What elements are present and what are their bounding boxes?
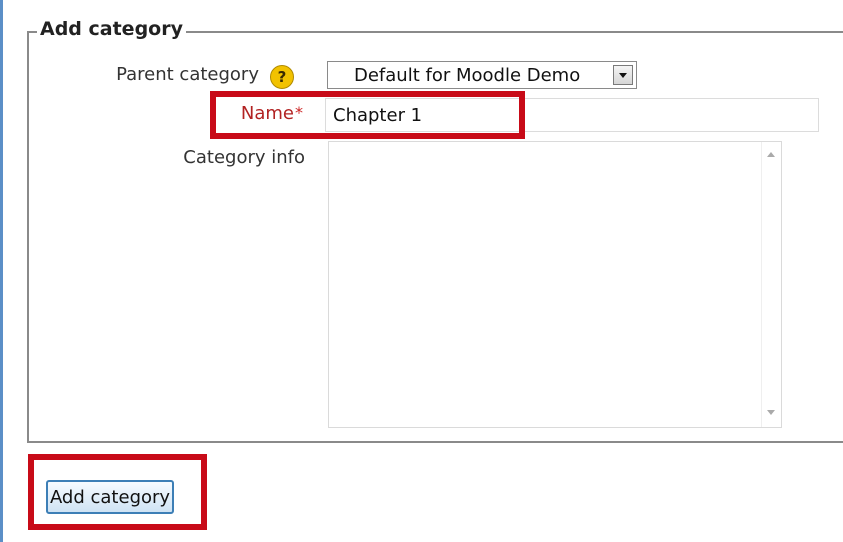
parent-category-selected: Default for Moodle Demo [354,65,581,86]
parent-category-label: Parent category [116,64,259,85]
name-label-text: Name [240,103,294,124]
scroll-up-arrow-icon[interactable] [767,152,775,157]
category-info-textarea[interactable] [328,141,782,428]
category-info-label: Category info [183,147,305,168]
dropdown-arrow-icon[interactable] [613,65,633,85]
textarea-scrollbar[interactable] [761,142,781,427]
add-category-button[interactable]: Add category [46,480,174,514]
name-input[interactable] [325,98,819,132]
scroll-down-arrow-icon[interactable] [767,410,775,415]
name-label: Name* [241,103,303,124]
required-marker: * [295,103,303,122]
page-frame: Add category Parent category ? Default f… [0,0,843,542]
parent-category-select[interactable]: Default for Moodle Demo [327,61,637,89]
help-icon[interactable]: ? [270,65,294,89]
fieldset-legend: Add category [37,18,186,40]
